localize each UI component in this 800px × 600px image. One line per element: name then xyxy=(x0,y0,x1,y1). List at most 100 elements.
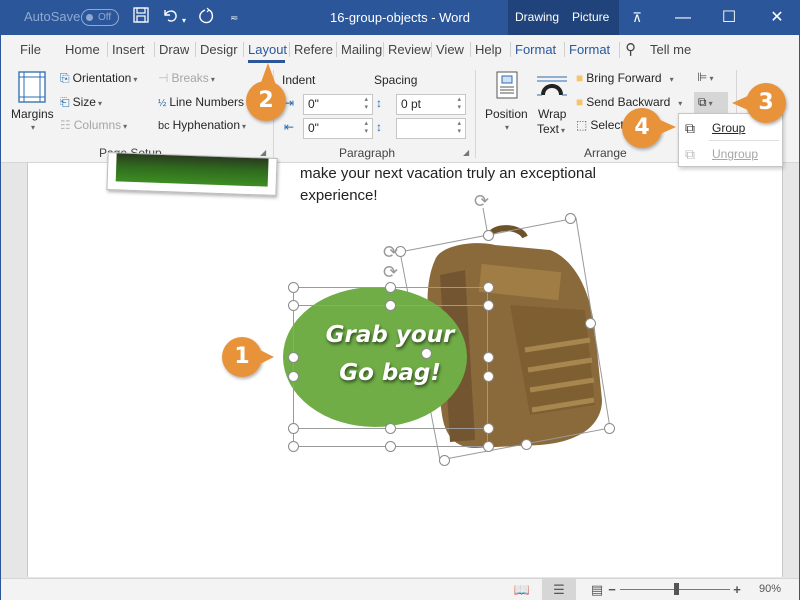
hyphenation-button[interactable]: bc Hyphenation ▾ xyxy=(158,118,246,132)
indent-label: Indent xyxy=(282,73,316,87)
resize-handle[interactable] xyxy=(288,371,299,382)
resize-handle[interactable] xyxy=(483,300,494,311)
resize-handle[interactable] xyxy=(385,282,396,293)
print-layout-icon[interactable]: ☰ xyxy=(542,579,576,600)
margins-button[interactable]: Margins xyxy=(11,107,54,121)
paragraph-launcher-icon[interactable]: ◢ xyxy=(463,148,469,157)
wrap-text-button[interactable]: Wrap xyxy=(538,107,566,121)
indent-right-input[interactable]: 0" xyxy=(303,118,373,139)
resize-handle[interactable] xyxy=(385,441,396,452)
resize-handle[interactable] xyxy=(288,282,299,293)
tab-draw[interactable]: Draw xyxy=(154,42,189,57)
autosave-toggle[interactable]: Off xyxy=(81,9,119,26)
resize-handle[interactable] xyxy=(288,423,299,434)
tab-help[interactable]: Help xyxy=(470,42,502,57)
resize-handle[interactable] xyxy=(288,441,299,452)
columns-button[interactable]: ☷ Columns ▾ xyxy=(60,118,127,132)
tab-design[interactable]: Desigr xyxy=(195,42,241,57)
undo-icon[interactable] xyxy=(162,7,180,29)
resize-handle[interactable] xyxy=(439,455,450,466)
breaks-button[interactable]: ⊣ Breaks ▾ xyxy=(158,71,215,85)
adjust-handle[interactable] xyxy=(421,348,432,359)
spacing-before-input[interactable]: 0 pt xyxy=(396,94,466,115)
bring-forward-label: Bring Forward xyxy=(586,71,662,85)
bring-forward-button[interactable]: ■ Bring Forward ▾ xyxy=(576,71,674,85)
tab-home[interactable]: Home xyxy=(65,42,100,57)
resize-handle[interactable] xyxy=(483,230,494,241)
drawing-tools-label: Drawing xyxy=(515,10,560,24)
breaks-label: Breaks xyxy=(171,71,209,85)
resize-handle[interactable] xyxy=(483,282,494,293)
chevron-down-icon[interactable]: ▾ xyxy=(670,75,674,84)
resize-handle[interactable] xyxy=(604,423,615,434)
read-mode-icon[interactable]: 📖 xyxy=(507,579,537,600)
zoom-percent[interactable]: 90% xyxy=(750,579,790,600)
resize-handle[interactable] xyxy=(483,352,494,363)
resize-handle[interactable] xyxy=(483,423,494,434)
resize-handle[interactable] xyxy=(565,213,576,224)
zoom-slider-thumb[interactable] xyxy=(674,583,679,595)
tab-layout[interactable]: Layout xyxy=(243,42,288,57)
resize-handle[interactable] xyxy=(288,300,299,311)
spacing-label: Spacing xyxy=(374,73,418,87)
wrap-text-button-line2[interactable]: Text ▾ xyxy=(537,122,565,136)
minimize-button[interactable]: — xyxy=(660,0,706,35)
resize-handle[interactable] xyxy=(585,318,596,329)
tab-drawing-format[interactable]: Format xyxy=(510,42,556,57)
size-button[interactable]: ⎗ Size ▾ xyxy=(60,95,102,110)
orientation-icon: ⎘ xyxy=(60,71,70,85)
menu-item-label: Ungroup xyxy=(712,147,759,161)
picture-tools-label: Picture xyxy=(572,10,610,24)
margins-icon xyxy=(18,71,46,106)
redo-icon[interactable] xyxy=(197,7,215,31)
line-numbers-button[interactable]: ½ Line Numbers xyxy=(158,95,244,109)
maximize-button[interactable]: ☐ xyxy=(706,0,752,35)
spacing-after-icon: ↕ xyxy=(376,120,382,134)
arrange-group-label: Arrange xyxy=(584,146,627,160)
save-icon[interactable] xyxy=(133,7,149,29)
tab-insert[interactable]: Insert xyxy=(107,42,145,57)
position-button[interactable]: Position xyxy=(485,107,528,121)
resize-handle[interactable] xyxy=(483,441,494,452)
chevron-down-icon[interactable]: ▾ xyxy=(678,99,682,108)
columns-label: Columns xyxy=(73,118,122,132)
breaks-icon: ⊣ xyxy=(158,71,169,85)
zoom-in-button[interactable]: + xyxy=(730,579,744,600)
tab-mailings[interactable]: Mailing xyxy=(336,42,382,57)
indent-left-input[interactable]: 0" xyxy=(303,94,373,115)
close-button[interactable]: ✕ xyxy=(754,0,800,35)
rotate-handle-icon[interactable]: ⟳ xyxy=(383,262,398,283)
menu-item-ungroup[interactable]: ⧉ Ungroup xyxy=(679,142,782,166)
page-setup-launcher-icon[interactable]: ◢ xyxy=(260,148,266,157)
selection-pane-button[interactable]: ⬚Selection Pane xyxy=(576,118,626,132)
resize-handle[interactable] xyxy=(288,352,299,363)
tab-references[interactable]: Refere xyxy=(289,42,335,57)
contextual-tab-header: Drawing Picture xyxy=(508,0,619,35)
tab-review[interactable]: Review xyxy=(383,42,431,57)
group-objects-button[interactable]: ⧉ ▾ xyxy=(694,92,728,114)
photo-image[interactable] xyxy=(106,152,278,196)
align-button[interactable]: ⊫ ▾ xyxy=(697,70,713,84)
chevron-down-icon: ▾ xyxy=(709,74,714,83)
resize-handle[interactable] xyxy=(521,439,532,450)
tab-picture-format[interactable]: Format xyxy=(564,42,610,57)
spacing-after-input[interactable] xyxy=(396,118,466,139)
orientation-button[interactable]: ⎘ Orientation ▾ xyxy=(60,71,137,86)
wrap-text-icon xyxy=(537,75,567,100)
tab-file[interactable]: File xyxy=(20,42,41,57)
tell-me-search[interactable]: Tell me xyxy=(650,42,691,57)
align-icon: ⊫ xyxy=(697,70,708,84)
selection-pane-label: Selection Pane xyxy=(590,118,626,132)
customize-qat-icon[interactable]: ≂ xyxy=(230,9,238,29)
tab-view[interactable]: View xyxy=(431,42,464,57)
rotate-handle-icon[interactable]: ⟳ xyxy=(383,242,398,263)
resize-handle[interactable] xyxy=(385,300,396,311)
undo-dropdown-icon[interactable]: ▾ xyxy=(182,11,186,31)
send-backward-button[interactable]: ■ Send Backward ▾ xyxy=(576,95,682,109)
resize-handle[interactable] xyxy=(385,423,396,434)
zoom-out-button[interactable]: − xyxy=(605,579,619,600)
ribbon-display-options-icon[interactable]: ⊼ xyxy=(614,0,660,35)
rotate-handle-icon[interactable]: ⟳ xyxy=(474,191,489,212)
resize-handle[interactable] xyxy=(483,371,494,382)
search-icon: ⚲ xyxy=(625,41,636,58)
